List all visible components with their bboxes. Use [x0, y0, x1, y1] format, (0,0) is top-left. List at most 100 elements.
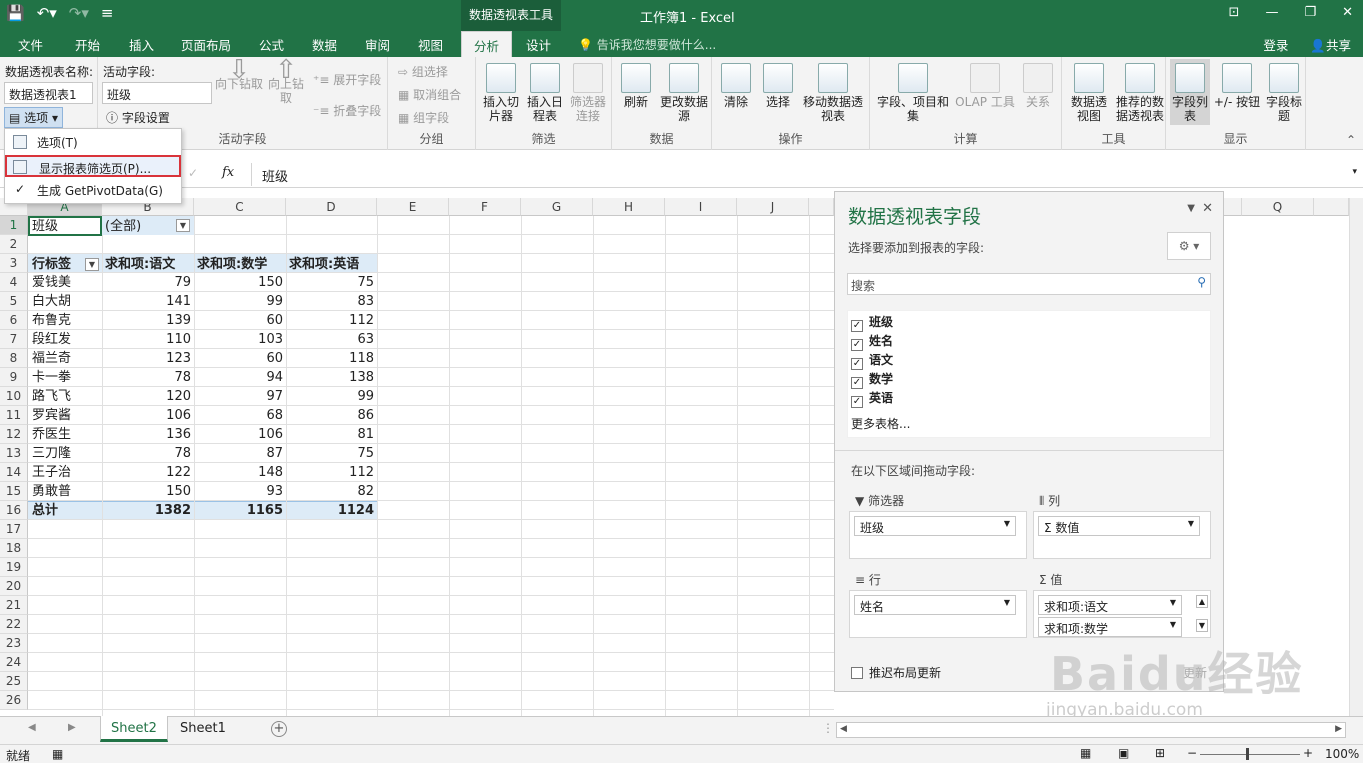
redo-icon[interactable]: ↷▾	[69, 4, 89, 22]
column-header-r[interactable]	[1314, 198, 1349, 216]
page-break-view-icon[interactable]: ⊞	[1155, 746, 1165, 760]
zoom-thumb[interactable]	[1246, 748, 1249, 760]
pivot-chart-button[interactable]: 数据透视图	[1066, 63, 1112, 123]
group-selection-button[interactable]: ⇨ 组选择	[398, 63, 448, 80]
sheet-scroll-left-icon[interactable]: ◀	[28, 722, 36, 733]
restore-icon[interactable]: ❐	[1304, 5, 1316, 20]
zoom-out-icon[interactable]: −	[1187, 746, 1197, 760]
enter-icon[interactable]: ✓	[188, 166, 198, 180]
row-header[interactable]: 3	[0, 254, 28, 273]
row-header[interactable]: 9	[0, 368, 28, 387]
pane-close-icon[interactable]: ✕	[1202, 201, 1213, 216]
pt-name-input[interactable]: 数据透视表1	[4, 82, 93, 104]
close-icon[interactable]: ✕	[1342, 5, 1353, 20]
tab-insert[interactable]: 插入	[129, 35, 154, 54]
row-header[interactable]: 16	[0, 501, 28, 520]
move-pivottable-button[interactable]: 移动数据透视表	[800, 63, 866, 123]
column-header-e[interactable]: E	[377, 198, 449, 216]
row-header[interactable]: 19	[0, 558, 28, 577]
column-header-g[interactable]: G	[521, 198, 593, 216]
sheet-tab-sheet1[interactable]: Sheet1	[170, 716, 236, 742]
column-header-j[interactable]: J	[737, 198, 809, 216]
row-header[interactable]: 17	[0, 520, 28, 539]
zoom-level[interactable]: 100%	[1325, 747, 1359, 761]
collapse-ribbon-icon[interactable]: ⌃	[1346, 133, 1356, 147]
row-header[interactable]: 24	[0, 653, 28, 672]
clear-button[interactable]: 清除	[718, 63, 754, 109]
relationships-button[interactable]: 关系	[1018, 63, 1058, 109]
fields-items-sets-button[interactable]: 字段、项目和集	[874, 63, 952, 123]
insert-slicer-button[interactable]: 插入切片器	[480, 63, 522, 123]
change-source-button[interactable]: 更改数据源	[658, 63, 710, 123]
tab-design[interactable]: 设计	[526, 35, 551, 54]
vertical-scrollbar[interactable]	[1349, 198, 1363, 716]
area-item-row-name[interactable]: 姓名 ▼	[854, 595, 1016, 615]
zoom-in-icon[interactable]: +	[1303, 746, 1313, 760]
row-header[interactable]: 22	[0, 615, 28, 634]
new-sheet-icon[interactable]: +	[271, 721, 287, 737]
tools-gear-button[interactable]: ⚙ ▾	[1167, 232, 1211, 260]
column-header-h[interactable]: H	[593, 198, 665, 216]
plus-minus-button[interactable]: +/- 按钮	[1212, 63, 1262, 109]
split-handle-icon[interactable]: ⋮	[822, 721, 834, 735]
more-tables-link[interactable]: 更多表格...	[851, 415, 910, 432]
row-header[interactable]: 13	[0, 444, 28, 463]
minimize-icon[interactable]: —	[1265, 5, 1278, 20]
horizontal-scrollbar[interactable]: ◀ ▶	[836, 722, 1346, 738]
sheet-tab-sheet2[interactable]: Sheet2	[100, 716, 168, 742]
field-checkbox-class[interactable]: ✓ 班级	[851, 313, 893, 332]
expand-formula-icon[interactable]: ▾	[1352, 167, 1357, 177]
menu-item-options[interactable]: 选项(T)	[5, 131, 181, 153]
ribbon-display-icon[interactable]: ⊡	[1229, 5, 1240, 20]
row-header[interactable]: 15	[0, 482, 28, 501]
row-labels-dropdown-icon[interactable]: ▼	[85, 258, 99, 271]
column-header-d[interactable]: D	[286, 198, 377, 216]
filter-connections-button[interactable]: 筛选器连接	[568, 63, 608, 123]
drill-down-button[interactable]: ⇩ 向下钻取	[214, 57, 264, 91]
tab-home[interactable]: 开始	[75, 35, 100, 54]
field-checkbox-english[interactable]: ✓ 英语	[851, 389, 893, 408]
share-button[interactable]: 👤共享	[1310, 35, 1351, 54]
tab-page-layout[interactable]: 页面布局	[181, 35, 231, 54]
field-settings-button[interactable]: ⓘ 字段设置	[106, 109, 170, 126]
insert-function-icon[interactable]: fx	[222, 165, 234, 180]
tab-review[interactable]: 审阅	[365, 35, 390, 54]
row-header[interactable]: 18	[0, 539, 28, 558]
filter-dropdown-icon[interactable]: ▼	[176, 219, 190, 232]
olap-tools-button[interactable]: OLAP 工具	[954, 63, 1016, 109]
customize-qat-icon[interactable]: ≡	[101, 4, 114, 22]
field-checkbox-chinese[interactable]: ✓ 语文	[851, 351, 893, 370]
row-header[interactable]: 4	[0, 273, 28, 292]
row-header[interactable]: 10	[0, 387, 28, 406]
row-header[interactable]: 12	[0, 425, 28, 444]
field-search-input[interactable]: 搜索 ⚲	[847, 273, 1211, 295]
column-header-q[interactable]: Q	[1242, 198, 1314, 216]
field-list-button[interactable]: 字段列表	[1170, 59, 1210, 125]
menu-item-getpivotdata[interactable]: ✓ 生成 GetPivotData(G)	[5, 179, 181, 201]
field-checkbox-math[interactable]: ✓ 数学	[851, 370, 893, 389]
tab-view[interactable]: 视图	[418, 35, 443, 54]
expand-field-button[interactable]: ⁺≡ 展开字段	[313, 71, 381, 88]
insert-timeline-button[interactable]: 插入日程表	[524, 63, 566, 123]
row-header[interactable]: 1	[0, 216, 28, 235]
pane-splitter[interactable]	[835, 450, 1223, 454]
menu-item-show-report-filter-pages[interactable]: 显示报表筛选页(P)...	[5, 155, 181, 177]
formula-input[interactable]: 班级	[251, 163, 1343, 186]
scroll-right-icon[interactable]: ▶	[1335, 724, 1342, 734]
zoom-slider[interactable]	[1200, 754, 1300, 755]
row-header[interactable]: 6	[0, 311, 28, 330]
refresh-button[interactable]: 刷新	[618, 63, 654, 109]
column-header-f[interactable]: F	[449, 198, 521, 216]
column-header-k[interactable]	[809, 198, 834, 216]
row-header[interactable]: 14	[0, 463, 28, 482]
page-layout-view-icon[interactable]: ▣	[1118, 746, 1129, 760]
drill-up-button[interactable]: ⇧ 向上钻取	[266, 57, 306, 105]
field-checkbox-name[interactable]: ✓ 姓名	[851, 332, 893, 351]
row-header[interactable]: 26	[0, 691, 28, 710]
normal-view-icon[interactable]: ▦	[1080, 746, 1091, 760]
tell-me-box[interactable]: 💡 告诉我您想要做什么...	[578, 36, 716, 53]
tab-file[interactable]: 文件	[18, 35, 43, 54]
column-header-i[interactable]: I	[665, 198, 737, 216]
column-header-p[interactable]	[1224, 198, 1242, 216]
row-header[interactable]: 7	[0, 330, 28, 349]
